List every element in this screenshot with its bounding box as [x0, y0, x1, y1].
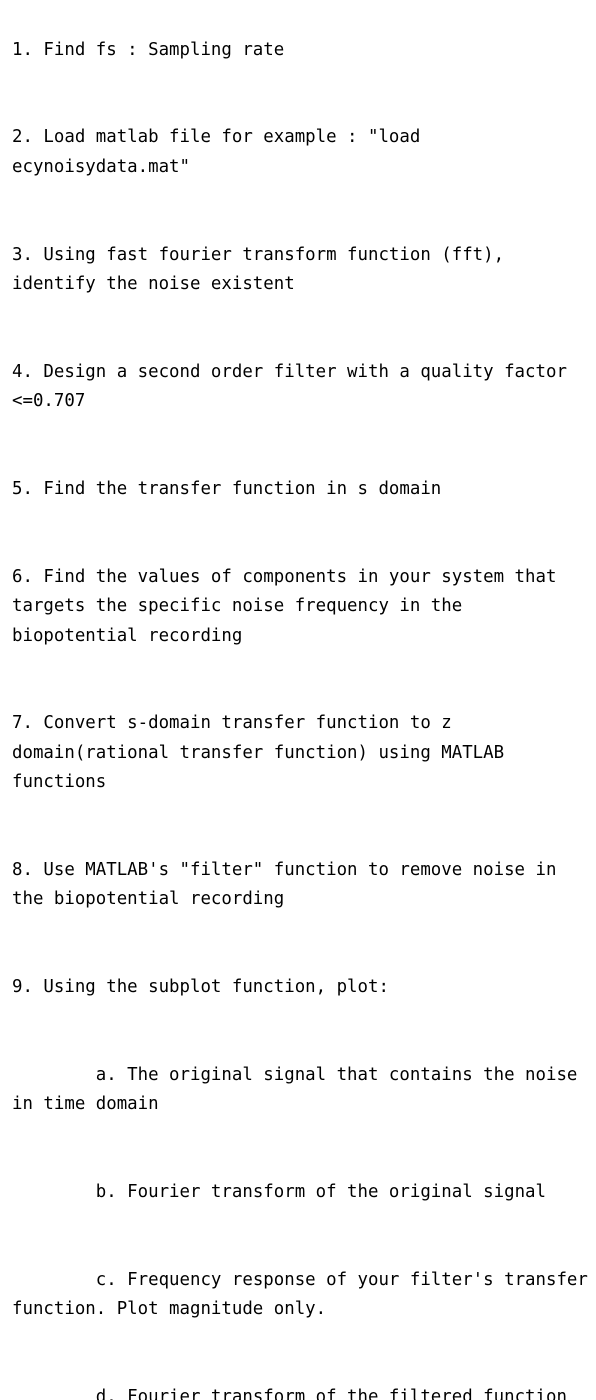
- assignment-instructions-text: 1. Find fs : Sampling rate 2. Load matla…: [0, 0, 596, 1400]
- instruction-subitem-line: c. Frequency response of your filter's t…: [12, 1270, 588, 1320]
- instruction-line: 2. Load matlab file for example : "load …: [12, 127, 431, 177]
- instruction-line: 7. Convert s-domain transfer function to…: [12, 713, 515, 793]
- instruction-subitem-line: b. Fourier transform of the original sig…: [12, 1182, 546, 1203]
- instruction-line: 8. Use MATLAB's "filter" function to rem…: [12, 859, 567, 910]
- instruction-line: 6. Find the values of components in your…: [12, 566, 567, 646]
- instruction-line: 9. Using the subplot function, plot:: [12, 977, 389, 998]
- instruction-line: 1. Find fs : Sampling rate: [12, 39, 285, 60]
- instruction-line: 4. Design a second order filter with a q…: [12, 361, 578, 412]
- instruction-line: 5. Find the transfer function in s domai…: [12, 479, 442, 500]
- instruction-line: 3. Using fast fourier transform function…: [12, 244, 515, 294]
- instruction-subitem-line: d. Fourier transform of the filtered fun…: [12, 1387, 567, 1400]
- instruction-subitem-line: a. The original signal that contains the…: [12, 1064, 588, 1115]
